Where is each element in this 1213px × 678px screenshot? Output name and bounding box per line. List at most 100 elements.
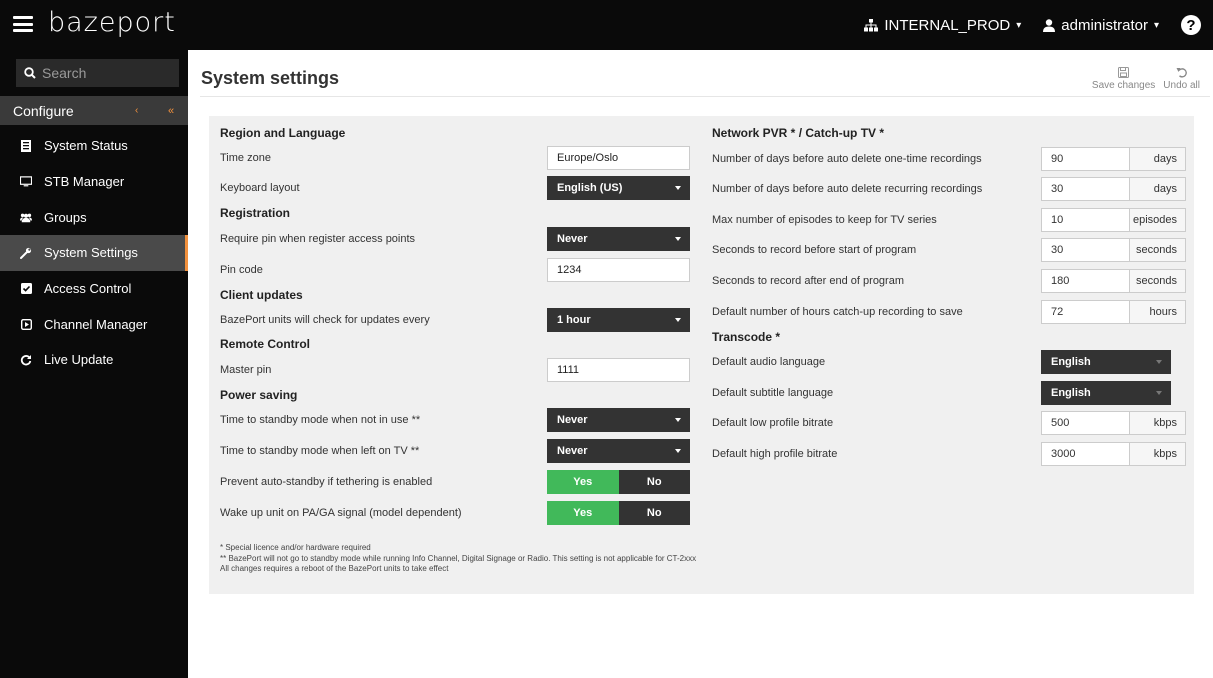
collapse-icon[interactable]: ‹ xyxy=(135,105,138,116)
environment-menu[interactable]: INTERNAL_PROD ▾ xyxy=(864,17,1021,34)
keyboard-layout-select[interactable]: English (US) xyxy=(547,176,690,200)
section-title: Power saving xyxy=(220,388,298,402)
footnote-3: All changes requires a reboot of the Baz… xyxy=(220,564,449,573)
unit-addon: seconds xyxy=(1130,269,1186,293)
pvr-row-label: Number of days before auto delete recurr… xyxy=(712,183,983,195)
subtitle-language-select[interactable]: English xyxy=(1041,381,1171,405)
pvr-value-input[interactable]: 180 xyxy=(1041,269,1130,293)
top-bar: bazeport INTERNAL_PROD ▾ administrator ▾… xyxy=(0,0,1213,50)
toggle-no[interactable]: No xyxy=(618,501,690,525)
audio-language-select[interactable]: English xyxy=(1041,350,1171,374)
sidebar-item-label: STB Manager xyxy=(44,174,125,190)
high-bitrate-field: 3000 kbps xyxy=(1041,442,1186,466)
pvr-row-label: Number of days before auto delete one-ti… xyxy=(712,153,982,165)
caret-down-icon xyxy=(675,186,681,190)
hamburger-menu-icon[interactable] xyxy=(13,16,33,32)
sidebar-item-groups[interactable]: Groups xyxy=(0,199,188,235)
standby-unused-select[interactable]: Never xyxy=(547,408,690,432)
top-nav: INTERNAL_PROD ▾ administrator ▾ ? xyxy=(864,0,1213,50)
standby-left-select[interactable]: Never xyxy=(547,439,690,463)
footnotes: * Special licence and/or hardware requir… xyxy=(220,543,696,575)
help-icon[interactable]: ? xyxy=(1181,15,1201,35)
sidebar-item-live-update[interactable]: Live Update xyxy=(0,342,188,378)
logo: bazeport xyxy=(48,7,176,38)
sidebar-item-system-settings[interactable]: System Settings xyxy=(0,235,188,271)
section-title: Client updates xyxy=(220,288,303,302)
pin-code-field[interactable]: 1234 xyxy=(547,258,690,282)
sidebar-item-label: Live Update xyxy=(44,352,114,368)
sidebar-item-label: Access Control xyxy=(44,281,132,297)
sidebar-item-system-status[interactable]: System Status xyxy=(0,128,188,164)
save-changes-label: Save changes xyxy=(1091,80,1156,91)
pvr-value-input[interactable]: 30 xyxy=(1041,238,1130,262)
audio-language-label: Default audio language xyxy=(712,356,826,368)
standby-left-label: Time to standby mode when left on TV ** xyxy=(220,445,420,457)
users-icon xyxy=(20,211,32,223)
master-pin-field[interactable]: 1111 xyxy=(547,358,690,382)
check-updates-select[interactable]: 1 hour xyxy=(547,308,690,332)
toggle-yes[interactable]: Yes xyxy=(547,501,619,525)
tethering-toggle[interactable]: Yes No xyxy=(547,470,690,494)
low-bitrate-label: Default low profile bitrate xyxy=(712,417,834,429)
master-pin-label: Master pin xyxy=(220,364,272,376)
pvr-row-label: Max number of episodes to keep for TV se… xyxy=(712,214,937,226)
section-title: Region and Language xyxy=(220,126,346,140)
pvr-row-field: 180 seconds xyxy=(1041,269,1186,293)
low-bitrate-input[interactable]: 500 xyxy=(1041,411,1130,435)
caret-down-icon: ▾ xyxy=(1153,19,1159,31)
collapse-all-icon[interactable]: « xyxy=(168,105,174,117)
check-updates-label: BazePort units will check for updates ev… xyxy=(220,314,430,326)
unit-addon: kbps xyxy=(1130,442,1186,466)
timezone-field[interactable]: Europe/Oslo xyxy=(547,146,690,170)
select-value: Never xyxy=(557,414,588,426)
pvr-value-input[interactable]: 30 xyxy=(1041,177,1130,201)
refresh-icon xyxy=(20,354,32,366)
sidebar-item-access-control[interactable]: Access Control xyxy=(0,271,188,307)
select-value: Never xyxy=(557,445,588,457)
require-pin-select[interactable]: Never xyxy=(547,227,690,251)
select-value: 1 hour xyxy=(557,314,591,326)
sitemap-icon xyxy=(864,18,879,31)
timezone-label: Time zone xyxy=(220,152,271,164)
search-input[interactable]: Search xyxy=(16,59,179,87)
pvr-value-input[interactable]: 10 xyxy=(1041,208,1130,232)
undo-all-button[interactable]: Undo all xyxy=(1163,67,1200,91)
caret-down-icon xyxy=(675,318,681,322)
save-changes-button[interactable]: Save changes xyxy=(1092,67,1155,91)
undo-all-label: Undo all xyxy=(1163,80,1200,91)
pvr-row-field: 10 episodes xyxy=(1041,208,1186,232)
wakeup-toggle[interactable]: Yes No xyxy=(547,501,690,525)
high-bitrate-label: Default high profile bitrate xyxy=(712,448,838,460)
title-divider xyxy=(200,96,1210,97)
unit-addon: days xyxy=(1130,177,1186,201)
unit-addon: days xyxy=(1130,147,1186,171)
caret-down-icon xyxy=(675,418,681,422)
unit-addon: kbps xyxy=(1130,411,1186,435)
toggle-no[interactable]: No xyxy=(618,470,690,494)
unit-addon: hours xyxy=(1130,300,1186,324)
server-icon xyxy=(20,139,32,152)
pvr-row-label: Seconds to record after end of program xyxy=(712,275,904,287)
user-menu[interactable]: administrator ▾ xyxy=(1043,17,1159,34)
wakeup-label: Wake up unit on PA/GA signal (model depe… xyxy=(220,507,462,519)
select-value: English (US) xyxy=(557,182,623,194)
tethering-label: Prevent auto-standby if tethering is ena… xyxy=(220,476,433,488)
configure-header[interactable]: Configure ‹ « xyxy=(0,96,188,125)
caret-down-icon xyxy=(675,449,681,453)
toggle-yes[interactable]: Yes xyxy=(547,470,619,494)
pvr-value-input[interactable]: 72 xyxy=(1041,300,1130,324)
caret-down-icon xyxy=(1156,391,1162,395)
environment-label: INTERNAL_PROD xyxy=(884,16,1011,34)
keyboard-layout-label: Keyboard layout xyxy=(220,182,300,194)
undo-icon xyxy=(1176,68,1187,78)
require-pin-label: Require pin when register access points xyxy=(220,233,416,245)
select-value: English xyxy=(1051,387,1091,399)
wrench-icon xyxy=(20,247,32,259)
sidebar-item-channel-manager[interactable]: Channel Manager xyxy=(0,306,188,342)
sidebar-item-stb-manager[interactable]: STB Manager xyxy=(0,164,188,200)
sidebar-item-label: Groups xyxy=(44,209,87,225)
high-bitrate-input[interactable]: 3000 xyxy=(1041,442,1130,466)
pvr-value-input[interactable]: 90 xyxy=(1041,147,1130,171)
search-placeholder: Search xyxy=(42,65,87,81)
select-value: English xyxy=(1051,356,1091,368)
